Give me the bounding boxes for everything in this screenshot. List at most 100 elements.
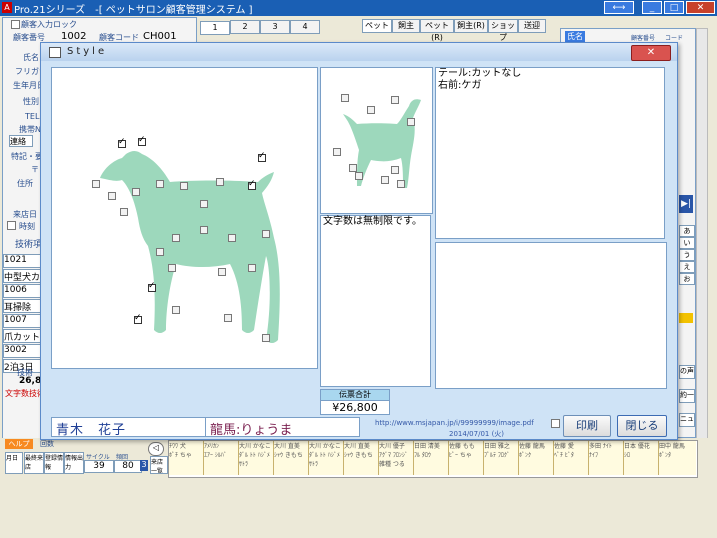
- pet-cell[interactable]: 大川 かなこ ﾀﾞﾙ ﾄﾄ ﾊｼﾞﾒ ｻﾄﾗ: [239, 441, 274, 475]
- time-checkbox[interactable]: [7, 221, 16, 230]
- point-checkbox[interactable]: [248, 264, 256, 272]
- service-row[interactable]: 1007: [3, 314, 43, 328]
- page-tab-3[interactable]: 3: [260, 20, 290, 34]
- registration-info-button[interactable]: 登録情報: [44, 452, 64, 474]
- point-checkbox[interactable]: [120, 208, 128, 216]
- blank-panel[interactable]: [435, 242, 667, 389]
- contact-button[interactable]: 連絡: [9, 135, 33, 147]
- service-row[interactable]: 1021: [3, 254, 43, 268]
- service-row[interactable]: 爪カット: [3, 329, 43, 343]
- date-button[interactable]: 月日: [5, 452, 23, 474]
- last-visit-button[interactable]: 最終来店: [24, 452, 44, 474]
- point-checkbox[interactable]: [397, 180, 405, 188]
- point-checkbox[interactable]: [134, 313, 142, 324]
- point-checkbox[interactable]: [381, 176, 389, 184]
- pet-cell[interactable]: 佐藤 龍馬 ﾎﾟﾝｸ: [519, 441, 554, 475]
- point-checkbox[interactable]: [248, 179, 256, 190]
- notes-panel[interactable]: テール:カットなし 右前:ケガ: [435, 67, 665, 239]
- point-checkbox[interactable]: [391, 166, 399, 174]
- point-checkbox[interactable]: [172, 234, 180, 242]
- pet-cell[interactable]: ｱﾒﾘｶﾝ ｴｱｰ ｼﾙﾊﾞ: [204, 441, 239, 475]
- kana-o[interactable]: お: [679, 273, 695, 285]
- point-checkbox[interactable]: [216, 178, 224, 186]
- pet-cell[interactable]: 佐藤 もも ﾋﾟｰ ちゃ: [449, 441, 484, 475]
- point-checkbox[interactable]: [333, 148, 341, 156]
- point-checkbox[interactable]: [132, 188, 140, 196]
- tab-pet[interactable]: ペット: [362, 19, 392, 33]
- service-row[interactable]: 3002: [3, 344, 43, 358]
- tab-shop[interactable]: ショップ: [488, 19, 518, 42]
- print-button[interactable]: 印刷: [563, 415, 611, 437]
- tab-pickup[interactable]: 送迎: [518, 19, 546, 33]
- point-checkbox[interactable]: [168, 264, 176, 272]
- point-checkbox[interactable]: [407, 118, 415, 126]
- input-lock-checkbox[interactable]: [11, 20, 20, 29]
- free-text-panel[interactable]: 文字数は無制限です。: [320, 215, 431, 387]
- point-checkbox[interactable]: [156, 248, 164, 256]
- service-row[interactable]: 耳掃除: [3, 299, 43, 313]
- cycle-value[interactable]: 39: [84, 460, 114, 473]
- kana-e[interactable]: え: [679, 261, 695, 273]
- point-checkbox[interactable]: [218, 268, 226, 276]
- point-checkbox[interactable]: [391, 96, 399, 104]
- pet-cell[interactable]: ﾁﾜﾜ 犬ﾎﾟﾁ ちゃ: [169, 441, 204, 475]
- kana-a[interactable]: あ: [679, 225, 695, 237]
- reservation-list-button[interactable]: 約一覧: [679, 389, 695, 403]
- point-checkbox[interactable]: [258, 151, 266, 162]
- next-button[interactable]: ▶|: [679, 195, 693, 213]
- point-checkbox[interactable]: [180, 182, 188, 190]
- voice-button[interactable]: の声: [679, 365, 695, 379]
- point-checkbox[interactable]: [367, 106, 375, 114]
- page-tab-1[interactable]: 1: [200, 21, 230, 35]
- point-checkbox[interactable]: [262, 230, 270, 238]
- point-checkbox[interactable]: [224, 314, 232, 322]
- minimize-button[interactable]: _: [642, 1, 662, 14]
- point-checkbox[interactable]: [349, 164, 357, 172]
- help-button[interactable]: ヘルプ: [5, 439, 33, 449]
- point-checkbox[interactable]: [341, 94, 349, 102]
- frequency-value[interactable]: 80: [114, 460, 142, 473]
- pdf-checkbox[interactable]: [551, 419, 560, 428]
- point-checkbox[interactable]: [118, 137, 126, 148]
- point-checkbox[interactable]: [138, 135, 146, 146]
- pet-cell[interactable]: 佐藤 愛ﾍﾟﾁ ﾋﾞﾀ: [554, 441, 589, 475]
- page-tab-4[interactable]: 4: [290, 20, 320, 34]
- kana-u[interactable]: う: [679, 249, 695, 261]
- tab-owner-r[interactable]: 飼主(R): [454, 19, 488, 33]
- dialog-close-button[interactable]: ✕: [631, 45, 671, 61]
- pet-cell[interactable]: 大川 かなこ ﾀﾞﾙ ﾄﾄ ﾊｼﾞﾒ ｻﾄﾗ: [309, 441, 344, 475]
- page-tab-2[interactable]: 2: [230, 20, 260, 34]
- service-row[interactable]: 1006: [3, 284, 43, 298]
- pet-cell[interactable]: 日田 雅之 ﾌﾟﾙﾃ ﾌﾛｸﾞ: [484, 441, 519, 475]
- pet-cell[interactable]: 田中 龍馬 ﾎﾟﾝﾀ: [659, 441, 696, 475]
- point-checkbox[interactable]: [172, 306, 180, 314]
- pet-cell[interactable]: 日本 優花 ｼﾛ: [624, 441, 659, 475]
- pet-cell[interactable]: 多田 ﾅｲﾄ ﾅｲﾌ: [589, 441, 624, 475]
- pet-cell[interactable]: 日田 清美 ﾌﾙ ﾀﾛｳ: [414, 441, 449, 475]
- point-checkbox[interactable]: [92, 180, 100, 188]
- kana-i[interactable]: い: [679, 237, 695, 249]
- pet-cell[interactable]: 大川 直美 ｼｬｳ きもち: [274, 441, 309, 475]
- info-output-button[interactable]: 情報出力: [64, 452, 84, 474]
- visit-list-button[interactable]: 来店一覧: [150, 456, 168, 474]
- point-checkbox[interactable]: [355, 172, 363, 180]
- menu-button[interactable]: ニュー: [679, 413, 695, 427]
- point-checkbox[interactable]: [156, 180, 164, 188]
- nav-arrow-icon[interactable]: ◁: [148, 442, 164, 456]
- maximize-button[interactable]: □: [664, 1, 684, 14]
- tab-owner[interactable]: 飼主: [392, 19, 420, 33]
- pet-cell[interactable]: 大川 優子 ｱｸﾞﾏ ﾌﾛﾝｼﾞ 雑種 つる: [379, 441, 414, 475]
- point-checkbox[interactable]: [108, 192, 116, 200]
- point-checkbox[interactable]: [200, 226, 208, 234]
- close-button[interactable]: ✕: [686, 1, 715, 14]
- point-checkbox[interactable]: [200, 200, 208, 208]
- point-checkbox[interactable]: [148, 281, 156, 292]
- pdf-url[interactable]: http://www.msjapan.jp/i/99999999/image.p…: [375, 419, 535, 427]
- close-dialog-button[interactable]: 閉じる: [617, 415, 667, 437]
- vertical-scrollbar[interactable]: [696, 28, 708, 440]
- point-checkbox[interactable]: [228, 234, 236, 242]
- resize-arrows-icon[interactable]: ⟷: [604, 1, 634, 14]
- point-checkbox[interactable]: [262, 334, 270, 342]
- pet-cell[interactable]: 大川 直美 ｼｬｳ きもち: [344, 441, 379, 475]
- tab-pet-r[interactable]: ペット(R): [420, 19, 454, 42]
